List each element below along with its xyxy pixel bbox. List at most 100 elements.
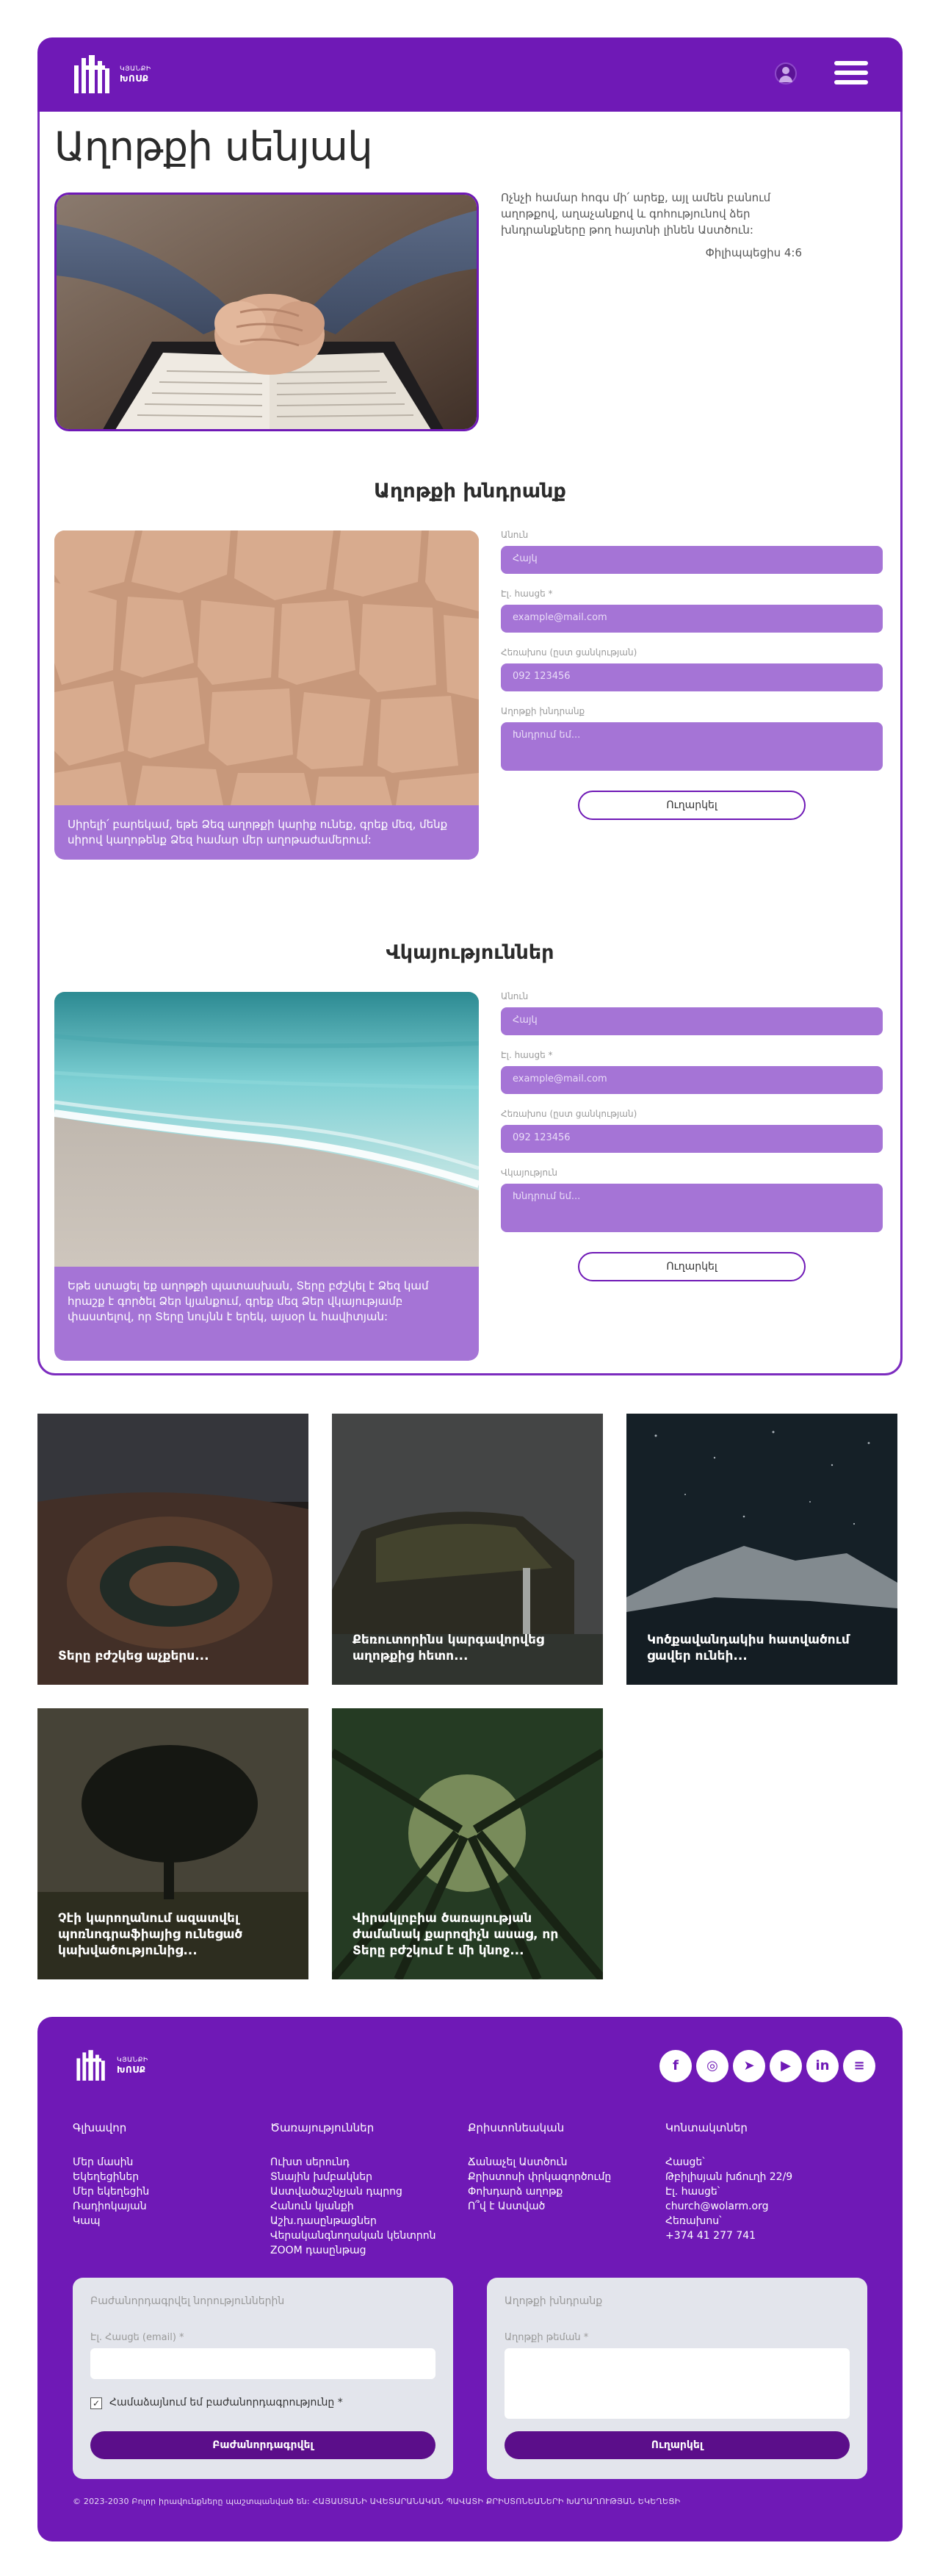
prayer-request-label: Աղոթքի խնդրանք — [501, 706, 585, 716]
footer-link[interactable]: Մեր մասին — [73, 2155, 256, 2170]
footer-column-christian: Քրիստոնեական Ճանաչել Աստծուն Քրիստոսի փր… — [468, 2121, 651, 2214]
tile-caption: Տերը բժշկեց աչքերս... — [58, 1649, 209, 1663]
testimony-phone-label: Հեռախոս (ըստ ցանկության) — [501, 1109, 637, 1119]
ocean-wave-image — [54, 992, 479, 1267]
logo-line2: ԽՈՍՔ — [120, 73, 149, 84]
prayer-email-input[interactable]: example@mail.com — [501, 605, 883, 633]
tile-caption: Չէի կարողանում ազատվել պոռնոգրաֆիայից ու… — [58, 1911, 243, 1958]
contact-email[interactable]: church@wolarm.org — [665, 2199, 849, 2214]
testimony-email-input[interactable]: example@mail.com — [501, 1066, 883, 1094]
prayer-email-label: Էլ. հասցե * — [501, 589, 553, 599]
telegram-icon[interactable]: ➤ — [733, 2050, 765, 2082]
site-footer: ԿՅԱՆՔԻ ԽՈՍՔ f ◎ ➤ ▶ in ≡ Գլխավոր Մեր մաս… — [37, 2017, 903, 2541]
testimony-tile[interactable]: Վիրակլոբիա ծառայության ժամանակ քարոզիչն … — [332, 1708, 603, 1979]
user-circle-icon[interactable] — [775, 62, 797, 84]
intro-verse-text: Ոչնչի համար հոգս մի՛ արեք, այլ ամեն բանո… — [501, 191, 771, 237]
tile-caption: Վիրակլոբիա ծառայության ժամանակ քարոզիչն … — [352, 1911, 559, 1958]
footer-link[interactable]: Աշխ.դասընթացներ — [270, 2214, 454, 2228]
intro-verse-reference: Փիլիպպեցիս 4:6 — [705, 246, 802, 259]
copyright-text: © 2023-2030 Բոլոր իրավունքները պաշտպանվա… — [73, 2497, 681, 2506]
prayer-phone-input[interactable]: 092 123456 — [501, 663, 883, 691]
newsletter-box: Բաժանորդագրվել նորություններին Էլ. Հասցե… — [73, 2278, 453, 2479]
praying-hands-image — [54, 193, 479, 431]
footer-column-services: Ծառայություններ Ուխտ սերունդ Տնային խմբա… — [270, 2121, 454, 2258]
contact-email-label: Էլ. հասցե՝ — [665, 2186, 720, 2198]
instagram-icon[interactable]: ◎ — [696, 2050, 728, 2082]
site-header: ԿՅԱՆՔԻ ԽՈՍՔ — [37, 37, 903, 112]
testimony-tile[interactable]: Կոծքավանդակիս հատվածում ցավեր ունեի... — [626, 1414, 897, 1685]
footer-prayer-request-box: Աղոթքի խնդրանք Աղոթքի թեման * Ուղարկել — [487, 2278, 867, 2479]
newsletter-email-input[interactable] — [90, 2348, 435, 2379]
contact-phone-label: Հեռախոս՝ — [665, 2215, 722, 2227]
footer-link[interactable]: Աստվածաշնչյան դպրոց — [270, 2184, 454, 2199]
logo-icon — [76, 2050, 108, 2081]
footer-request-submit-button[interactable]: Ուղարկել — [505, 2431, 850, 2459]
footer-request-textarea[interactable] — [505, 2348, 850, 2419]
prayer-name-input[interactable]: Հայկ — [501, 546, 883, 574]
footer-link[interactable]: Ռադիոկայան — [73, 2199, 256, 2214]
prayer-submit-button[interactable]: Ուղարկել — [578, 791, 806, 820]
testimony-name-input[interactable]: Հայկ — [501, 1007, 883, 1035]
testimony-image-panel: Եթե ստացել եք աղոթքի պատասխան, Տերը բժշկ… — [54, 992, 479, 1361]
logo-icon — [74, 55, 114, 93]
prayer-image-panel: Սիրելի՛ բարեկամ, եթե Ձեզ աղոթքի կարիք ու… — [54, 530, 479, 895]
footer-link[interactable]: Ո՞վ է Աստված — [468, 2199, 651, 2214]
newsletter-title: Բաժանորդագրվել նորություններին — [90, 2295, 285, 2307]
canyon-image — [37, 1414, 308, 1685]
footer-logo-line2: ԽՈՍՔ — [117, 2065, 146, 2075]
footer-column-main: Գլխավոր Մեր մասին Եկեղեցիներ Մեր եկեղեցի… — [73, 2121, 256, 2228]
footer-column-title: Կոնտակտներ — [665, 2121, 748, 2134]
newsletter-subscribe-button[interactable]: Բաժանորդագրվել — [90, 2431, 435, 2459]
footer-logo[interactable]: ԿՅԱՆՔԻ ԽՈՍՔ — [73, 2046, 148, 2084]
footer-column-contacts: Կոնտակտներ Հասցե՝ Թբիլիսյան խճուղի 22/9 … — [665, 2121, 849, 2243]
testimony-tile[interactable]: Տերը բժշկեց աչքերս... — [37, 1414, 308, 1685]
prayer-request-textarea[interactable]: Խնդրում եմ... — [501, 722, 883, 771]
footer-link[interactable]: Փոխդարձ աղոթք — [468, 2184, 651, 2199]
contact-address: Թբիլիսյան խճուղի 22/9 — [665, 2171, 793, 2183]
prayer-section-title: Աղոթքի խնդրանք — [374, 480, 566, 503]
page-title: Աղոթքի սենյակ — [54, 123, 373, 170]
tile-caption: Կոծքավանդակիս հատվածում ցավեր ունեի... — [647, 1633, 850, 1663]
footer-column-title: Քրիստոնեական — [468, 2121, 565, 2134]
newsletter-consent-checkbox[interactable]: ✓ — [90, 2397, 102, 2409]
contact-phone[interactable]: +374 41 277 741 — [665, 2228, 849, 2243]
testimony-textarea[interactable]: Խնդրում եմ... — [501, 1184, 883, 1232]
footer-link[interactable]: Ճանաչել Աստծուն — [468, 2155, 651, 2170]
menu-circle-icon[interactable]: ≡ — [843, 2050, 875, 2082]
footer-link[interactable]: Կապ — [73, 2214, 256, 2228]
footer-column-title: Ծառայություններ — [270, 2121, 375, 2134]
testimony-phone-input[interactable]: 092 123456 — [501, 1125, 883, 1153]
footer-link[interactable]: Հանուն կյանքի — [270, 2199, 454, 2214]
contact-address-label: Հասցե՝ — [665, 2156, 705, 2168]
testimony-text-label: Վկայություն — [501, 1168, 557, 1178]
prayer-phone-label: Հեռախոս (ըստ ցանկության) — [501, 647, 637, 658]
linkedin-icon[interactable]: in — [806, 2050, 839, 2082]
footer-request-title: Աղոթքի խնդրանք — [505, 2295, 603, 2307]
prayer-caption: Սիրելի՛ բարեկամ, եթե Ձեզ աղոթքի կարիք ու… — [54, 805, 479, 860]
hamburger-menu-icon[interactable] — [834, 61, 868, 84]
prayer-name-label: Անուն — [501, 530, 529, 540]
footer-link[interactable]: Վերականգնողական կենտրոն — [270, 2228, 454, 2243]
testimony-tile[interactable]: Քեռուտորինս կարգավորվեց աղոթքից հետո... — [332, 1414, 603, 1685]
footer-link[interactable]: Ուխտ սերունդ — [270, 2155, 454, 2170]
testimony-tile[interactable]: Չէի կարողանում ազատվել պոռնոգրաֆիայից ու… — [37, 1708, 308, 1979]
footer-link[interactable]: Քրիստոսի փրկագործումը — [468, 2170, 651, 2184]
testimony-name-label: Անուն — [501, 991, 529, 1001]
footer-link[interactable]: Եկեղեցիներ — [73, 2170, 256, 2184]
testimony-submit-button[interactable]: Ուղարկել — [578, 1252, 806, 1281]
newsletter-email-label: Էլ. Հասցե (email) * — [90, 2332, 184, 2343]
footer-column-title: Գլխավոր — [73, 2121, 127, 2134]
youtube-icon[interactable]: ▶ — [770, 2050, 802, 2082]
footer-link[interactable]: Մեր եկեղեցին — [73, 2184, 256, 2199]
tile-caption: Քեռուտորինս կարգավորվեց աղոթքից հետո... — [352, 1633, 544, 1663]
newsletter-consent-label: Համաձայնում եմ բաժանորդագրությունը * — [109, 2397, 343, 2408]
footer-link[interactable]: Տնային խմբակներ — [270, 2170, 454, 2184]
testimony-section-title: Վկայություններ — [386, 941, 554, 964]
footer-link[interactable]: ZOOM դասընթաց — [270, 2243, 454, 2258]
testimony-email-label: Էլ. հասցե * — [501, 1050, 553, 1060]
footer-request-label: Աղոթքի թեման * — [505, 2332, 589, 2343]
site-logo[interactable]: ԿՅԱՆՔԻ ԽՈՍՔ — [74, 55, 151, 93]
facebook-icon[interactable]: f — [659, 2050, 692, 2082]
testimony-caption: Եթե ստացել եք աղոթքի պատասխան, Տերը բժշկ… — [54, 1267, 479, 1361]
cracked-earth-image — [54, 530, 479, 805]
